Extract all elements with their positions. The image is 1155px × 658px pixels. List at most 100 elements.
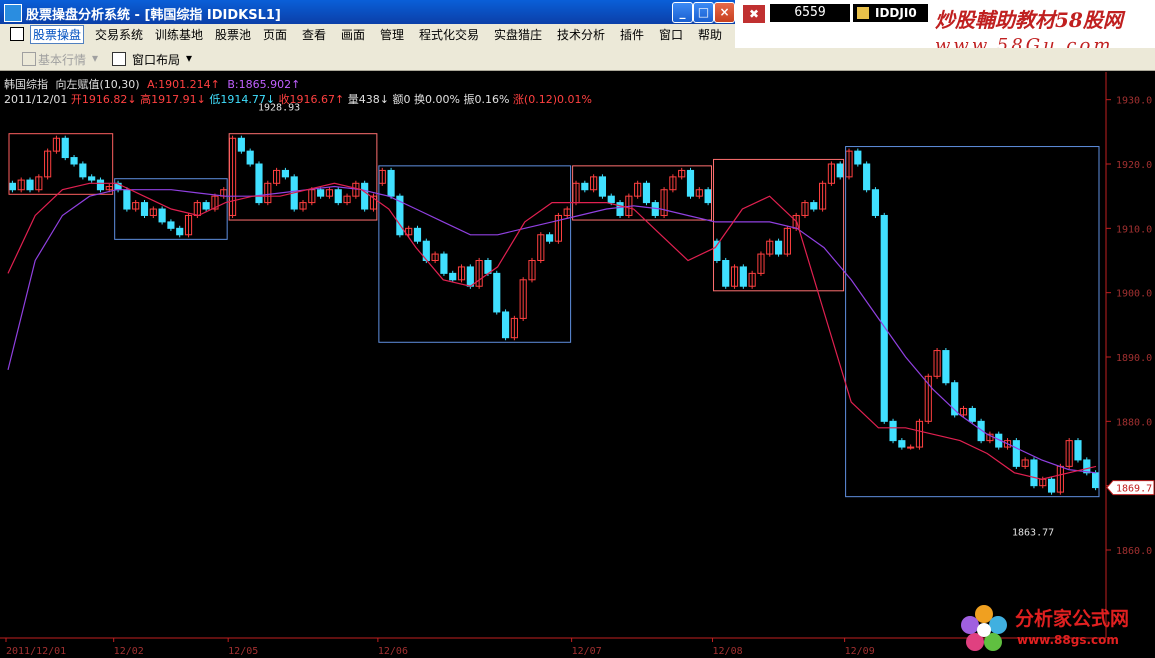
info-close: 收1916.67↑ xyxy=(278,93,345,106)
menu-window[interactable]: 窗口 xyxy=(659,26,683,43)
info-name: 韩国综指 xyxy=(4,78,48,91)
menu-manage[interactable]: 管理 xyxy=(380,26,404,43)
candle-down xyxy=(387,169,395,197)
candle-down xyxy=(466,266,474,287)
toolbar: 基本行情 ▾ 窗口布局 ▾ xyxy=(0,48,1155,71)
candle-down xyxy=(8,182,16,191)
menu-plugins[interactable]: 插件 xyxy=(620,26,644,43)
y-tick-label: 1930.0 xyxy=(1116,96,1152,107)
x-tick-label: 12/02 xyxy=(114,646,144,657)
info-high: 高1917.91↓ xyxy=(140,93,206,106)
candle-down xyxy=(871,189,880,216)
candle-down xyxy=(361,182,369,210)
x-tick-label: 12/06 xyxy=(378,646,408,657)
menu-stock-pool[interactable]: 股票池 xyxy=(215,26,251,43)
window-layout-dropdown-icon[interactable]: ▾ xyxy=(186,51,192,65)
menu-live-hunting[interactable]: 实盘猎庄 xyxy=(494,26,542,43)
menu-trading-system[interactable]: 交易系统 xyxy=(95,26,143,43)
logo-title: 分析家公式网 xyxy=(1015,608,1130,630)
candle-down xyxy=(880,214,888,422)
info-turnover: 换0.00% xyxy=(414,93,460,106)
info-low: 低1914.77↓ xyxy=(209,93,276,106)
quote-name-field[interactable]: IDDJI0 xyxy=(853,4,928,22)
candle-up xyxy=(907,446,915,449)
candle-down xyxy=(123,189,131,210)
candle-down xyxy=(26,179,34,191)
window-layout-icon xyxy=(112,52,126,66)
menu-training-base[interactable]: 训练基地 xyxy=(155,26,203,43)
candle-down xyxy=(774,240,783,255)
candle-down xyxy=(334,189,342,204)
menu-canvas[interactable]: 画面 xyxy=(341,26,365,43)
y-tick-label: 1920.0 xyxy=(1116,160,1152,171)
candle-down xyxy=(70,157,78,165)
candle-down xyxy=(546,234,554,242)
close-button[interactable]: × xyxy=(714,2,735,23)
candle-down xyxy=(255,163,263,204)
candle-down xyxy=(440,253,448,274)
y-tick-label: 1890.0 xyxy=(1116,353,1152,364)
menu-program-trading[interactable]: 程式化交易 xyxy=(419,26,479,43)
menu-page[interactable]: 页面 xyxy=(263,26,287,43)
x-tick-label: 12/07 xyxy=(572,646,602,657)
y-tick-label: 1900.0 xyxy=(1116,289,1152,300)
app-icon xyxy=(4,4,22,22)
logo-url: www.88gs.com xyxy=(1017,633,1119,647)
info-date: 2011/12/01 xyxy=(4,93,68,106)
menu-help[interactable]: 帮助 xyxy=(698,26,722,43)
info-change: 涨(0.12)0.01% xyxy=(512,93,592,106)
watermark: 炒股輔助教材58股网 www.58Gu.com xyxy=(935,4,1150,56)
y-tick-label: 1860.0 xyxy=(1116,546,1152,557)
candle-down xyxy=(810,202,818,210)
quote-badge-icon xyxy=(857,7,869,19)
candle-down xyxy=(1012,440,1020,467)
candle-down xyxy=(167,221,175,229)
mdi-icon[interactable] xyxy=(10,27,24,41)
basic-quote-button[interactable]: 基本行情 xyxy=(38,51,86,68)
candle-down xyxy=(96,179,105,191)
x-tick-label: 12/05 xyxy=(228,646,258,657)
info-amount: 额0 xyxy=(392,93,411,106)
candle-down xyxy=(140,202,149,216)
quote-name: IDDJI0 xyxy=(875,6,917,20)
candle-down xyxy=(581,182,589,191)
site-logo: 分析家公式网 www.88gs.com xyxy=(955,600,1155,658)
menu-bar: 股票操盘 交易系统 训练基地 股票池 页面 查看 画面 管理 程式化交易 实盘猎… xyxy=(0,24,735,44)
candle-down xyxy=(836,163,844,178)
candle-down xyxy=(598,176,607,197)
y-tick-label: 1880.0 xyxy=(1116,417,1152,428)
basic-quote-dropdown-icon[interactable]: ▾ xyxy=(92,51,98,65)
info-indicator: 向左赋值(10,30) xyxy=(55,78,140,91)
candle-down xyxy=(607,195,615,204)
candle-down xyxy=(281,169,289,178)
candlestick-chart[interactable]: 1930.01920.01910.01900.01890.01880.01870… xyxy=(0,72,1155,658)
candle-down xyxy=(61,137,69,159)
menu-stock-trading[interactable]: 股票操盘 xyxy=(30,25,85,44)
candle-down xyxy=(493,272,501,313)
info-b-value: B:1865.902↑ xyxy=(227,78,301,91)
y-tick-label: 1910.0 xyxy=(1116,224,1152,235)
title-bar: 股票操盘分析系统 - [韩国综指 IDIDKSL1] _ □ × xyxy=(0,0,735,24)
candle-down xyxy=(739,266,747,287)
minimize-button[interactable]: _ xyxy=(672,2,693,23)
tools-icon[interactable]: ✖ xyxy=(743,5,765,23)
annotation-label: 1863.77 xyxy=(1012,528,1054,539)
candle-down xyxy=(968,407,976,422)
candle-down xyxy=(1074,440,1082,461)
quote-code[interactable]: 6559 xyxy=(770,4,850,22)
menu-technical-analysis[interactable]: 技术分析 xyxy=(557,26,605,43)
menu-view[interactable]: 查看 xyxy=(302,26,326,43)
candle-down xyxy=(413,227,422,242)
candle-down xyxy=(713,240,721,261)
flower-logo-icon xyxy=(961,605,1007,651)
candle-down xyxy=(616,202,624,216)
basic-quote-icon xyxy=(22,52,36,66)
x-tick-label: 12/09 xyxy=(845,646,875,657)
day-range-box xyxy=(378,165,572,343)
info-volume: 量438↓ xyxy=(347,93,389,106)
maximize-button[interactable]: □ xyxy=(693,2,714,23)
window-layout-button[interactable]: 窗口布局 xyxy=(132,51,180,68)
candle-down xyxy=(246,150,254,165)
candle-down xyxy=(642,182,651,204)
candle-down xyxy=(176,227,184,236)
